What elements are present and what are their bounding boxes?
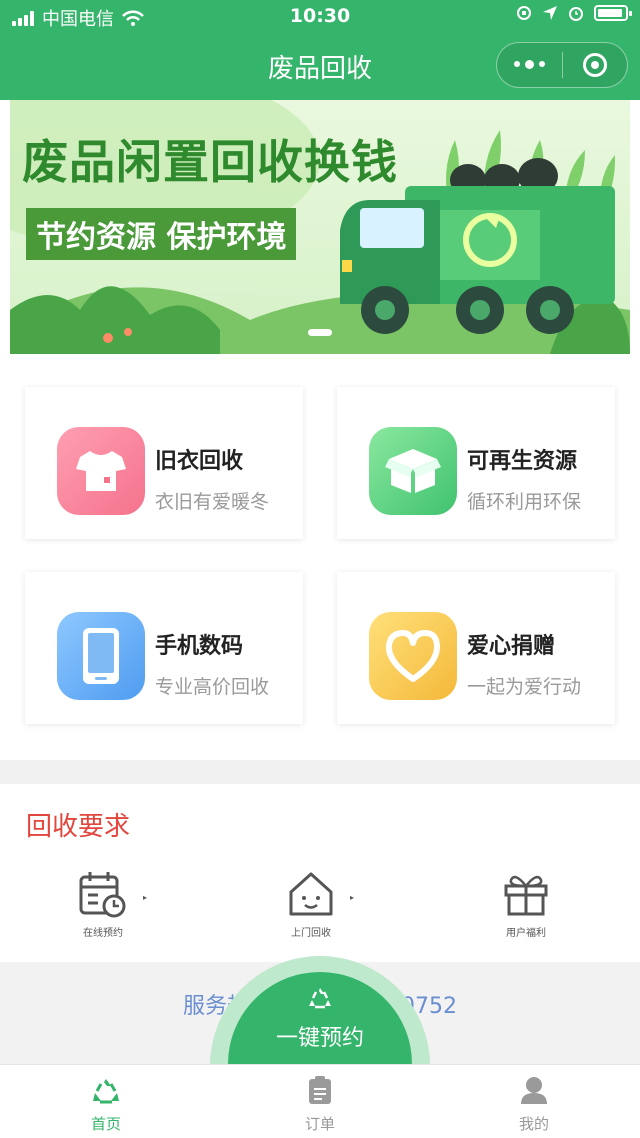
- category-card-renewable[interactable]: 可再生资源 循环利用环保: [337, 387, 615, 539]
- heart-icon: [369, 612, 457, 700]
- banner-subline: 节约资源 保护环境: [26, 208, 297, 260]
- tab-bar: 首页 订单 我的: [0, 1064, 640, 1138]
- battery-icon: [594, 5, 632, 21]
- step-label: 用户福利: [506, 928, 546, 939]
- phone-icon: [57, 612, 145, 700]
- step-label: 在线预约: [83, 928, 123, 939]
- category-title: 可再生资源: [467, 449, 578, 474]
- category-desc: 衣旧有爱暖冬: [155, 491, 270, 513]
- more-menu-icon[interactable]: [497, 60, 562, 69]
- tab-label: 我的: [518, 1115, 549, 1133]
- promo-banner[interactable]: 废品闲置回收换钱 节约资源 保护环境: [10, 100, 630, 354]
- banner-headline: 废品闲置回收换钱: [22, 136, 398, 188]
- tab-home[interactable]: 首页: [36, 1065, 176, 1138]
- box-icon: [369, 427, 457, 515]
- category-desc: 循环利用环保: [467, 491, 582, 513]
- recycle-icon: [93, 1079, 119, 1104]
- rotation-lock-icon: [517, 6, 531, 20]
- requirements-title: 回收要求: [26, 812, 131, 842]
- tab-label: 首页: [90, 1115, 121, 1133]
- category-card-clothes[interactable]: 旧衣回收 衣旧有爱暖冬: [25, 387, 303, 539]
- tab-label: 订单: [304, 1115, 335, 1133]
- house-icon: [289, 872, 333, 916]
- category-card-digital[interactable]: 手机数码 专业高价回收: [25, 572, 303, 724]
- close-miniprogram-button[interactable]: [563, 53, 627, 77]
- gift-icon: [504, 875, 548, 916]
- location-icon: [543, 6, 557, 20]
- user-icon: [521, 1077, 547, 1104]
- top-bar: 中国电信 10:30 废品回收: [0, 0, 640, 100]
- miniprogram-capsule: [496, 42, 628, 88]
- category-title: 爱心捐赠: [467, 634, 556, 659]
- section-divider: [0, 760, 640, 784]
- tab-profile[interactable]: 我的: [464, 1065, 604, 1138]
- step-user-benefits: 用户福利: [476, 870, 576, 939]
- arrow-icon: ▸: [143, 893, 148, 902]
- category-desc: 专业高价回收: [155, 676, 270, 698]
- category-title: 旧衣回收: [155, 449, 244, 474]
- step-label: 上门回收: [291, 928, 331, 939]
- tab-orders[interactable]: 订单: [250, 1065, 390, 1138]
- clipboard-icon: [309, 1076, 331, 1104]
- category-title: 手机数码: [155, 634, 244, 659]
- calendar-icon: [79, 872, 126, 918]
- tshirt-icon: [57, 427, 145, 515]
- recycle-icon: [309, 988, 331, 1009]
- banner-pagination-dot[interactable]: [308, 329, 332, 336]
- status-bar: 中国电信 10:30: [0, 0, 640, 32]
- category-card-donation[interactable]: 爱心捐赠 一起为爱行动: [337, 572, 615, 724]
- target-icon: [582, 53, 607, 77]
- category-desc: 一起为爱行动: [467, 676, 582, 698]
- alarm-icon: [569, 7, 583, 21]
- arrow-icon: ▸: [350, 893, 355, 902]
- booking-button-label: 一键预约: [275, 1026, 364, 1051]
- step-online-booking: 在线预约: [53, 870, 153, 939]
- step-home-pickup: 上门回收: [261, 870, 361, 939]
